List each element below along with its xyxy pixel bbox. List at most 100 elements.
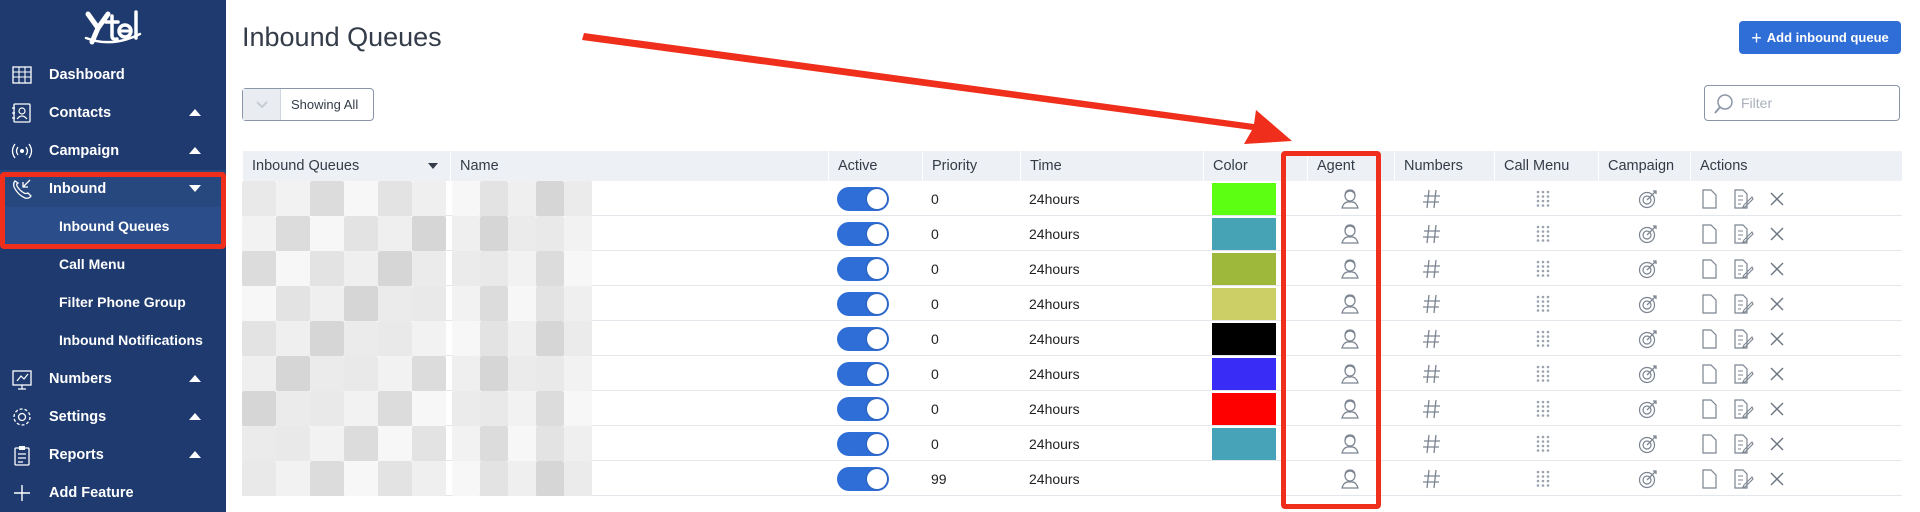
agent-icon[interactable]	[1339, 468, 1361, 490]
target-icon[interactable]	[1637, 363, 1659, 385]
close-icon[interactable]	[1766, 223, 1788, 245]
caret-up-icon[interactable]	[189, 109, 201, 116]
call-menu-grid-icon[interactable]	[1532, 223, 1554, 245]
sidebar-item-reports[interactable]: Reports	[0, 436, 226, 474]
active-toggle[interactable]	[837, 186, 889, 211]
document-icon[interactable]	[1698, 258, 1720, 280]
sidebar-item-dashboard[interactable]: Dashboard	[0, 56, 226, 94]
active-toggle[interactable]	[837, 396, 889, 421]
document-icon[interactable]	[1698, 188, 1720, 210]
hash-icon[interactable]	[1421, 398, 1443, 420]
hash-icon[interactable]	[1421, 293, 1443, 315]
sidebar-item-add-feature[interactable]: Add Feature	[0, 474, 226, 512]
color-cell	[1212, 461, 1316, 496]
call-menu-grid-icon[interactable]	[1532, 433, 1554, 455]
active-toggle[interactable]	[837, 326, 889, 351]
caret-up-icon[interactable]	[189, 451, 201, 458]
document-icon[interactable]	[1698, 223, 1720, 245]
sidebar-subitem-call-menu[interactable]: Call Menu	[0, 245, 226, 283]
agent-icon[interactable]	[1339, 223, 1361, 245]
sidebar-item-inbound[interactable]: Inbound	[0, 170, 226, 208]
document-icon[interactable]	[1698, 363, 1720, 385]
showing-all-dropdown[interactable]: Showing All	[242, 88, 374, 121]
caret-up-icon[interactable]	[189, 413, 201, 420]
sidebar-item-settings[interactable]: Settings	[0, 398, 226, 436]
edit-icon[interactable]	[1732, 433, 1754, 455]
agent-icon[interactable]	[1339, 433, 1361, 455]
sidebar-item-contacts[interactable]: Contacts	[0, 94, 226, 132]
edit-icon[interactable]	[1732, 258, 1754, 280]
document-icon[interactable]	[1698, 468, 1720, 490]
sidebar-subitem-filter-phone-group[interactable]: Filter Phone Group	[0, 283, 226, 321]
hash-icon[interactable]	[1421, 188, 1443, 210]
call-menu-grid-icon[interactable]	[1532, 293, 1554, 315]
target-icon[interactable]	[1637, 188, 1659, 210]
close-icon[interactable]	[1766, 328, 1788, 350]
document-icon[interactable]	[1698, 293, 1720, 315]
agent-icon[interactable]	[1339, 363, 1361, 385]
target-icon[interactable]	[1637, 223, 1659, 245]
call-menu-grid-icon[interactable]	[1532, 363, 1554, 385]
add-inbound-queue-label: Add inbound queue	[1766, 30, 1889, 45]
sidebar-subitem-inbound-queues[interactable]: Inbound Queues	[0, 207, 226, 245]
call-menu-grid-icon[interactable]	[1532, 258, 1554, 280]
ytel-logo[interactable]	[82, 8, 144, 46]
active-toggle[interactable]	[837, 466, 889, 491]
active-toggle[interactable]	[837, 291, 889, 316]
document-icon[interactable]	[1698, 328, 1720, 350]
target-icon[interactable]	[1637, 398, 1659, 420]
close-icon[interactable]	[1766, 258, 1788, 280]
close-icon[interactable]	[1766, 468, 1788, 490]
sort-caret-icon[interactable]	[428, 163, 438, 169]
hash-icon[interactable]	[1421, 328, 1443, 350]
sidebar-item-campaign[interactable]: Campaign	[0, 132, 226, 170]
hash-icon[interactable]	[1421, 433, 1443, 455]
edit-icon[interactable]	[1732, 398, 1754, 420]
agent-icon[interactable]	[1339, 258, 1361, 280]
target-icon[interactable]	[1637, 293, 1659, 315]
close-icon[interactable]	[1766, 293, 1788, 315]
hash-icon[interactable]	[1421, 223, 1443, 245]
edit-icon[interactable]	[1732, 293, 1754, 315]
document-icon[interactable]	[1698, 433, 1720, 455]
call-menu-grid-icon[interactable]	[1532, 468, 1554, 490]
call-menu-grid-icon[interactable]	[1532, 328, 1554, 350]
edit-icon[interactable]	[1732, 363, 1754, 385]
hash-icon[interactable]	[1421, 363, 1443, 385]
target-icon[interactable]	[1637, 258, 1659, 280]
hash-icon[interactable]	[1421, 258, 1443, 280]
active-toggle[interactable]	[837, 221, 889, 246]
target-icon[interactable]	[1637, 468, 1659, 490]
edit-icon[interactable]	[1732, 188, 1754, 210]
sidebar-subitem-inbound-notifications[interactable]: Inbound Notifications	[0, 321, 226, 359]
caret-down-icon[interactable]	[189, 185, 201, 192]
active-toggle[interactable]	[837, 256, 889, 281]
redacted-queue-id	[310, 286, 344, 321]
close-icon[interactable]	[1766, 363, 1788, 385]
agent-icon[interactable]	[1339, 398, 1361, 420]
document-icon[interactable]	[1698, 398, 1720, 420]
filter-input[interactable]: Filter	[1704, 85, 1900, 121]
agent-icon[interactable]	[1339, 293, 1361, 315]
target-icon[interactable]	[1637, 328, 1659, 350]
add-inbound-queue-button[interactable]: + Add inbound queue	[1739, 21, 1901, 54]
close-icon[interactable]	[1766, 188, 1788, 210]
agent-icon[interactable]	[1339, 188, 1361, 210]
column-header-inbound-queues[interactable]: Inbound Queues	[242, 151, 450, 181]
active-toggle[interactable]	[837, 431, 889, 456]
call-menu-grid-icon[interactable]	[1532, 398, 1554, 420]
close-icon[interactable]	[1766, 433, 1788, 455]
edit-icon[interactable]	[1732, 223, 1754, 245]
active-toggle[interactable]	[837, 361, 889, 386]
sidebar-item-label: Add Feature	[49, 485, 134, 501]
agent-icon[interactable]	[1339, 328, 1361, 350]
close-icon[interactable]	[1766, 398, 1788, 420]
caret-up-icon[interactable]	[189, 147, 201, 154]
caret-up-icon[interactable]	[189, 375, 201, 382]
sidebar-item-numbers[interactable]: Numbers	[0, 360, 226, 398]
edit-icon[interactable]	[1732, 328, 1754, 350]
call-menu-grid-icon[interactable]	[1532, 188, 1554, 210]
edit-icon[interactable]	[1732, 468, 1754, 490]
target-icon[interactable]	[1637, 433, 1659, 455]
hash-icon[interactable]	[1421, 468, 1443, 490]
